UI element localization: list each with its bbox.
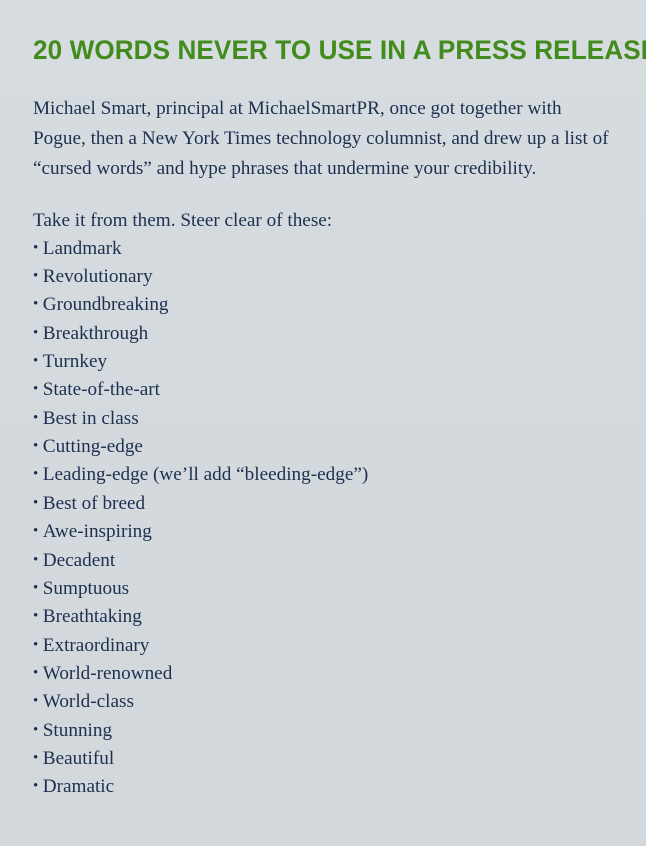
list-item: • Best of breed — [33, 490, 613, 518]
bullet-icon: • — [33, 664, 39, 681]
list-item: • State-of-the-art — [33, 376, 613, 404]
list-item: • Groundbreaking — [33, 291, 613, 319]
list-item-label: World-renowned — [42, 662, 173, 684]
list-item: • Best in class — [33, 405, 613, 433]
page-title: 20 WORDS NEVER TO USE IN A PRESS RELEASE — [33, 35, 646, 65]
bullet-icon: • — [33, 466, 39, 483]
list-item-label: Extraordinary — [42, 634, 150, 656]
list-item-label: Beautiful — [42, 747, 115, 769]
intro-paragraph: Michael Smart, principal at MichaelSmart… — [33, 98, 609, 179]
bullet-icon: • — [33, 296, 39, 313]
bullet-icon: • — [33, 778, 39, 795]
list-item-label: Cutting-edge — [42, 436, 143, 458]
list-item-label: Leading-edge (we’ll add “bleeding-edge”) — [42, 464, 369, 486]
list-lead-in-text: Take it from them. Steer clear of these: — [33, 209, 333, 231]
list-item-label: Stunning — [42, 719, 113, 741]
bullet-icon: • — [33, 409, 39, 426]
bullet-icon: • — [33, 523, 39, 540]
list-item-label: Breathtaking — [42, 606, 142, 628]
list-item: • Sumptuous — [33, 575, 613, 603]
bullet-icon: • — [33, 494, 39, 511]
list-item: • Leading-edge (we’ll add “bleeding-edge”… — [33, 461, 613, 489]
list-item: • Beautiful — [33, 745, 613, 773]
forbidden-words-list: • Landmark • Revolutionary • Groundbreaking • B… — [33, 235, 613, 802]
list-item: • Turnkey — [33, 348, 613, 376]
list-item-label: Sumptuous — [42, 577, 130, 599]
bullet-icon: • — [33, 268, 39, 285]
list-item: • Breakthrough — [33, 320, 613, 348]
list-item: • Dramatic — [33, 773, 613, 801]
list-item: • World-class — [33, 688, 613, 716]
list-item: • Awe-inspiring — [33, 518, 613, 546]
list-item: • Decadent — [33, 547, 613, 575]
bullet-icon: • — [33, 636, 39, 653]
bullet-icon: • — [33, 324, 39, 341]
list-item: • World-renowned — [33, 660, 613, 688]
list-item-label: Breakthrough — [42, 322, 149, 344]
bullet-icon: • — [33, 438, 39, 455]
list-item-label: Best in class — [42, 407, 139, 429]
bullet-icon: • — [33, 353, 39, 370]
list-item-label: Revolutionary — [42, 266, 153, 288]
bullet-icon: • — [33, 749, 39, 766]
list-item-label: Awe-inspiring — [42, 521, 152, 543]
list-item-label: Groundbreaking — [42, 294, 169, 316]
bullet-icon: • — [33, 551, 39, 568]
bullet-icon: • — [33, 381, 39, 398]
list-item-label: State-of-the-art — [42, 379, 160, 401]
bullet-icon: • — [33, 721, 39, 738]
bullet-icon: • — [33, 239, 39, 256]
list-item-label: Turnkey — [42, 351, 108, 373]
list-item-label: Decadent — [42, 549, 116, 571]
list-item: • Revolutionary — [33, 263, 613, 291]
list-item: • Stunning — [33, 717, 613, 745]
list-item-label: Best of breed — [42, 492, 146, 514]
list-item-label: Dramatic — [42, 776, 115, 798]
bullet-icon: • — [33, 608, 39, 625]
list-item: • Cutting-edge — [33, 433, 613, 461]
list-item: • Breathtaking — [33, 603, 613, 631]
slide-canvas: 20 WORDS NEVER TO USE IN A PRESS RELEASE… — [0, 0, 646, 846]
list-item-label: World-class — [42, 691, 134, 713]
list-item-label: Landmark — [42, 237, 122, 259]
bullet-icon: • — [33, 693, 39, 710]
list-item: • Extraordinary — [33, 632, 613, 660]
list-item: • Landmark — [33, 235, 613, 263]
bullet-icon: • — [33, 579, 39, 596]
